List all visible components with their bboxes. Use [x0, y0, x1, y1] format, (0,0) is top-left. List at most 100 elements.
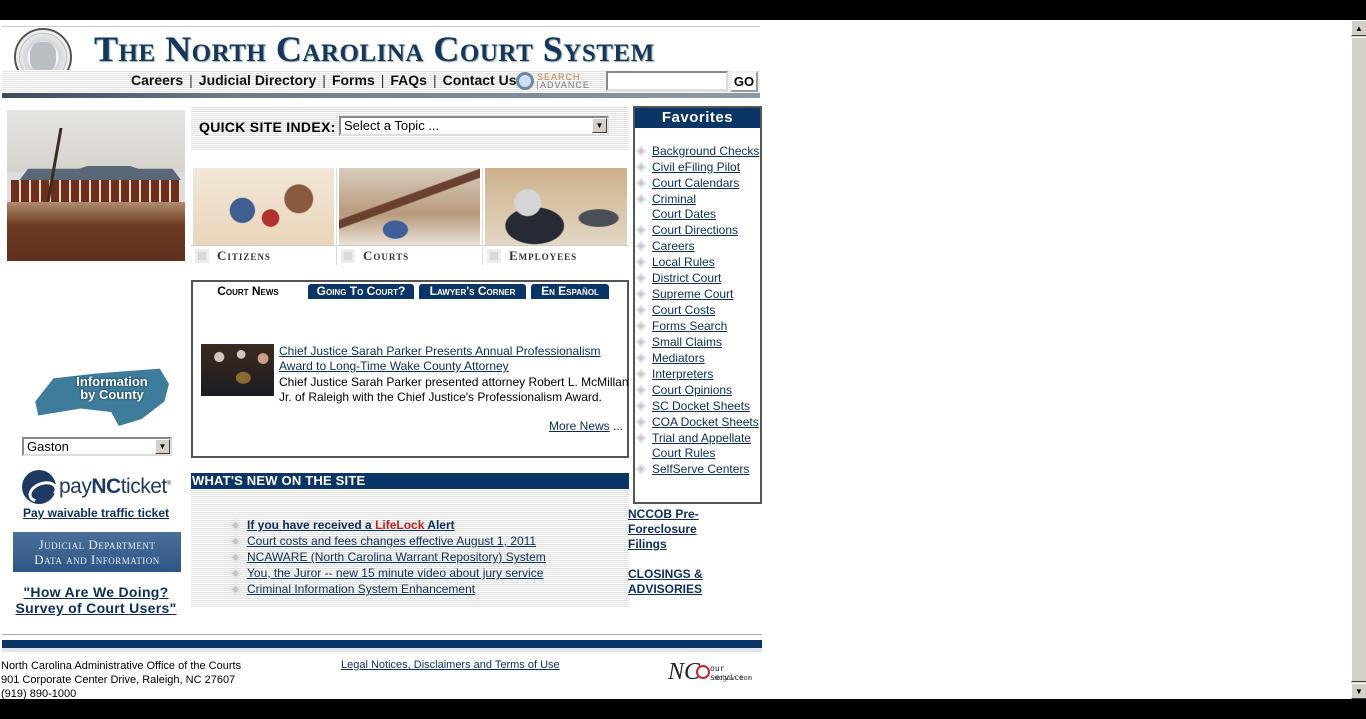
more-news-link[interactable]: More News — [549, 419, 610, 433]
tab-court-news[interactable]: Court News — [193, 284, 303, 299]
search-input[interactable] — [606, 71, 728, 91]
diamond-bullet-icon — [635, 304, 647, 316]
nav-faqs[interactable]: FAQs — [385, 72, 432, 88]
nav-careers[interactable]: Careers — [126, 72, 188, 88]
paync-wordmark: payNCticket® — [59, 475, 171, 499]
news-headline-link[interactable]: Chief Justice Sarah Parker Presents Annu… — [279, 344, 601, 373]
nccob-foreclosure-link[interactable]: NCCOB Pre-Foreclosure Filings — [628, 507, 728, 552]
fav-careers[interactable]: Careers — [652, 239, 762, 254]
portal-courts[interactable]: Courts — [337, 168, 483, 265]
portal-label: Courts — [363, 247, 410, 263]
diamond-bullet-icon — [229, 534, 242, 548]
news-panel: Court News Going To Court? Lawyer's Corn… — [191, 280, 629, 458]
survey-link[interactable]: "How Are We Doing? Survey of Court Users" — [15, 584, 176, 616]
diamond-bullet-icon — [635, 336, 647, 348]
fav-criminal-court-dates[interactable]: Criminal Court Dates — [652, 192, 722, 222]
courthouse-photo — [7, 110, 185, 261]
news-tabs: Court News Going To Court? Lawyer's Corn… — [193, 282, 627, 299]
diamond-bullet-icon — [635, 256, 647, 268]
list-item: Mediators — [635, 351, 762, 366]
link-text: Alert — [424, 518, 455, 532]
fav-civil-efiling[interactable]: Civil eFiling Pilot — [652, 160, 762, 175]
diamond-bullet-icon — [635, 320, 647, 332]
paync-ticket-logo[interactable]: payNCticket® — [22, 470, 171, 504]
diamond-bullet-icon — [229, 550, 242, 564]
judicial-line: Judicial Department — [38, 537, 156, 552]
ncgov-logo[interactable]: NC our service ncgov.com — [668, 659, 758, 689]
diamond-bullet-icon — [635, 288, 647, 300]
list-item: Local Rules — [635, 255, 762, 270]
advance-word: ADVANCE — [537, 81, 590, 90]
nav-contact-us[interactable]: Contact Us — [438, 72, 522, 88]
fav-forms-search[interactable]: Forms Search — [652, 319, 762, 334]
nav-forms[interactable]: Forms — [327, 72, 380, 88]
fav-small-claims[interactable]: Small Claims — [652, 335, 762, 350]
fav-mediators[interactable]: Mediators — [652, 351, 762, 366]
tab-lawyers-corner[interactable]: Lawyer's Corner — [419, 284, 526, 299]
tab-going-to-court[interactable]: Going To Court? — [308, 284, 414, 299]
tab-en-espanol[interactable]: En Español — [531, 284, 609, 299]
fav-court-calendars[interactable]: Court Calendars — [652, 176, 762, 191]
list-item: SC Docket Sheets — [635, 399, 762, 414]
fav-district-court[interactable]: District Court — [652, 271, 762, 286]
portal-citizens[interactable]: Citizens — [191, 168, 337, 265]
diamond-bullet-icon — [229, 582, 242, 596]
portal-employees[interactable]: Employees — [483, 168, 629, 265]
diamond-bullet-icon — [635, 368, 647, 380]
link-text: If you have received a — [247, 518, 376, 532]
diamond-bullet-icon — [635, 432, 647, 444]
lifelock-alert-link[interactable]: If you have received a LifeLock Alert — [247, 518, 455, 532]
ellipsis: ... — [609, 419, 623, 433]
survey-line: Survey of Court Users" — [15, 600, 177, 616]
go-button[interactable]: GO — [730, 71, 758, 92]
ncgov-at-icon — [696, 665, 710, 679]
fav-selfserve-centers[interactable]: SelfServe Centers — [652, 462, 762, 477]
ncaware-link[interactable]: NCAWARE (North Carolina Warrant Reposito… — [247, 550, 546, 564]
legal-notices-link[interactable]: Legal Notices, Disclaimers and Terms of … — [341, 659, 560, 671]
scroll-up-arrow-icon[interactable]: ▲ — [1351, 20, 1366, 36]
judicial-data-banner[interactable]: Judicial Department Data and Information — [13, 532, 181, 572]
scrollbar-thumb[interactable] — [1351, 37, 1366, 682]
fav-background-checks[interactable]: Background Checks — [652, 144, 762, 159]
list-item: COA Docket Sheets — [635, 415, 762, 430]
nccob-wrap: NCCOB Pre-Foreclosure Filings — [628, 507, 758, 552]
legal-wrap: Legal Notices, Disclaimers and Terms of … — [341, 659, 560, 671]
fav-coa-docket-sheets[interactable]: COA Docket Sheets — [652, 415, 762, 430]
fav-supreme-court[interactable]: Supreme Court — [652, 287, 762, 302]
magnifier-icon — [516, 72, 534, 90]
ncgov-site: ncgov.com — [714, 674, 752, 682]
judicial-line: Data and Information — [34, 552, 160, 567]
fav-interpreters[interactable]: Interpreters — [652, 367, 762, 382]
fav-local-rules[interactable]: Local Rules — [652, 255, 762, 270]
award-photo[interactable] — [201, 344, 274, 410]
list-item: Civil eFiling Pilot — [635, 160, 762, 175]
juror-video-link[interactable]: You, the Juror -- new 15 minute video ab… — [247, 566, 543, 580]
vertical-scrollbar[interactable]: ▲ ▼ — [1350, 20, 1366, 699]
list-item: Forms Search — [635, 319, 762, 334]
fav-trial-appellate-rules[interactable]: Trial and Appellate Court Rules — [652, 431, 762, 461]
fav-court-opinions[interactable]: Court Opinions — [652, 383, 762, 398]
citizens-photo-icon — [193, 168, 334, 245]
criminal-info-link[interactable]: Criminal Information System Enhancement — [247, 582, 475, 596]
county-select[interactable]: Gaston ▼ — [22, 437, 172, 456]
diamond-bullet-icon — [229, 566, 242, 580]
closings-advisories-link[interactable]: CLOSINGS & ADVISORIES — [628, 567, 718, 597]
list-item: Supreme Court — [635, 287, 762, 302]
topic-select[interactable]: Select a Topic ... ▼ — [339, 116, 609, 136]
portal-bar: Employees — [483, 245, 629, 265]
header-top-rule — [2, 26, 760, 27]
scroll-down-arrow-icon[interactable]: ▼ — [1351, 683, 1366, 699]
advanced-search-link[interactable]: SEARCH ADVANCE — [516, 72, 590, 90]
dropdown-arrow-icon[interactable]: ▼ — [155, 439, 170, 454]
pay-traffic-ticket-link[interactable]: Pay waivable traffic ticket — [23, 506, 169, 520]
fav-sc-docket-sheets[interactable]: SC Docket Sheets — [652, 399, 762, 414]
phone-number: (919) 890-1000 — [1, 688, 77, 699]
dropdown-arrow-icon[interactable]: ▼ — [592, 118, 607, 133]
court-costs-link[interactable]: Court costs and fees changes effective A… — [247, 534, 536, 548]
fav-court-costs[interactable]: Court Costs — [652, 303, 762, 318]
site-title[interactable]: The North Carolina Court System — [94, 28, 655, 70]
info-by-county-label[interactable]: Information by County — [72, 375, 152, 401]
fav-court-directions[interactable]: Court Directions — [652, 223, 762, 238]
nav-judicial-directory[interactable]: Judicial Directory — [194, 72, 322, 88]
diamond-bullet-icon — [635, 193, 647, 205]
